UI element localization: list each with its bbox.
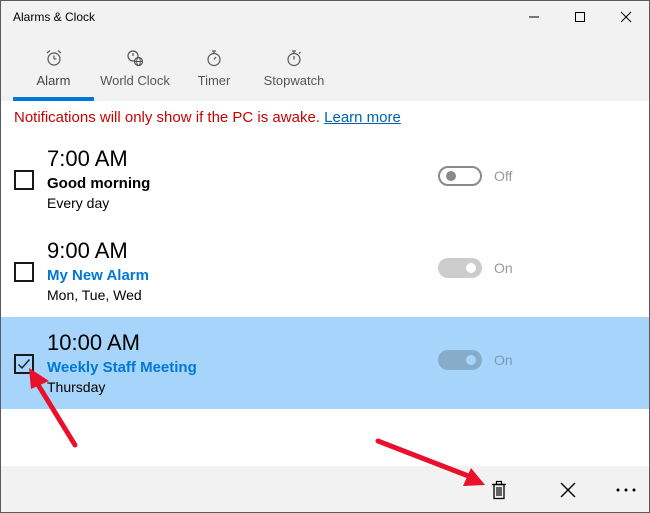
toggle-state: On [494, 260, 513, 276]
tab-stopwatch[interactable]: Stopwatch [259, 33, 329, 101]
maximize-button[interactable] [557, 1, 603, 33]
notice-text: Notifications will only show if the PC i… [14, 109, 320, 126]
tab-timer[interactable]: Timer [187, 33, 241, 101]
alarm-checkbox-checked[interactable] [14, 354, 34, 374]
alarm-row-selected[interactable]: 10:00 AM Weekly Staff Meeting Thursday O… [1, 317, 649, 409]
timer-icon [207, 50, 221, 67]
toggle-knob [446, 171, 456, 181]
alarm-name: Weekly Staff Meeting [47, 359, 197, 376]
alarm-row[interactable]: 9:00 AM My New Alarm Mon, Tue, Wed On [1, 225, 649, 317]
window-title: Alarms & Clock [13, 10, 96, 24]
alarm-clock-icon [46, 50, 61, 66]
alarm-row[interactable]: 7:00 AM Good morning Every day Off [1, 133, 649, 225]
learn-more-link[interactable]: Learn more [324, 109, 401, 126]
alarm-name: My New Alarm [47, 267, 149, 284]
tab-label: Timer [197, 73, 231, 88]
toggle-knob [466, 355, 476, 365]
trash-icon [492, 480, 506, 500]
checkmark-icon [18, 359, 31, 370]
close-window-button[interactable] [603, 1, 649, 33]
close-icon [620, 11, 632, 23]
alarm-repeat: Thursday [47, 379, 106, 395]
alarm-time: 7:00 AM [47, 146, 128, 171]
alarm-time: 9:00 AM [47, 238, 128, 263]
awake-notice: Notifications will only show if the PC i… [14, 109, 401, 126]
alarm-name: Good morning [47, 175, 151, 192]
world-clock-icon [127, 50, 144, 67]
tab-label: Alarm [36, 73, 71, 88]
alarm-toggle[interactable] [438, 258, 482, 278]
alarm-time: 10:00 AM [47, 330, 140, 355]
alarm-repeat: Mon, Tue, Wed [47, 287, 142, 303]
toggle-state: On [494, 352, 513, 368]
stopwatch-icon [287, 50, 301, 67]
title-bar: Alarms & Clock [1, 1, 649, 33]
active-tab-indicator [13, 97, 94, 101]
alarm-toggle[interactable] [438, 166, 482, 186]
delete-button[interactable] [475, 466, 523, 512]
cancel-selection-button[interactable] [544, 466, 592, 512]
more-options-button[interactable] [602, 466, 649, 512]
toggle-knob [466, 263, 476, 273]
tab-world-clock[interactable]: World Clock [97, 33, 173, 101]
app-window: Alarms & Clock Alarm World Clock Timer S… [0, 0, 650, 513]
alarm-repeat: Every day [47, 195, 110, 211]
tab-alarm[interactable]: Alarm [13, 33, 94, 101]
minimize-button[interactable] [511, 1, 557, 33]
toggle-state: Off [494, 168, 513, 184]
alarm-checkbox[interactable] [14, 170, 34, 190]
maximize-icon [575, 12, 585, 22]
alarm-toggle[interactable] [438, 350, 482, 370]
command-bar [1, 466, 649, 512]
tab-label: World Clock [100, 73, 170, 88]
tab-label: Stopwatch [263, 73, 325, 88]
alarm-checkbox[interactable] [14, 262, 34, 282]
minimize-icon [529, 16, 539, 18]
more-icon [616, 488, 636, 492]
tab-bar: Alarm World Clock Timer Stopwatch [1, 33, 649, 101]
close-icon [560, 482, 576, 498]
